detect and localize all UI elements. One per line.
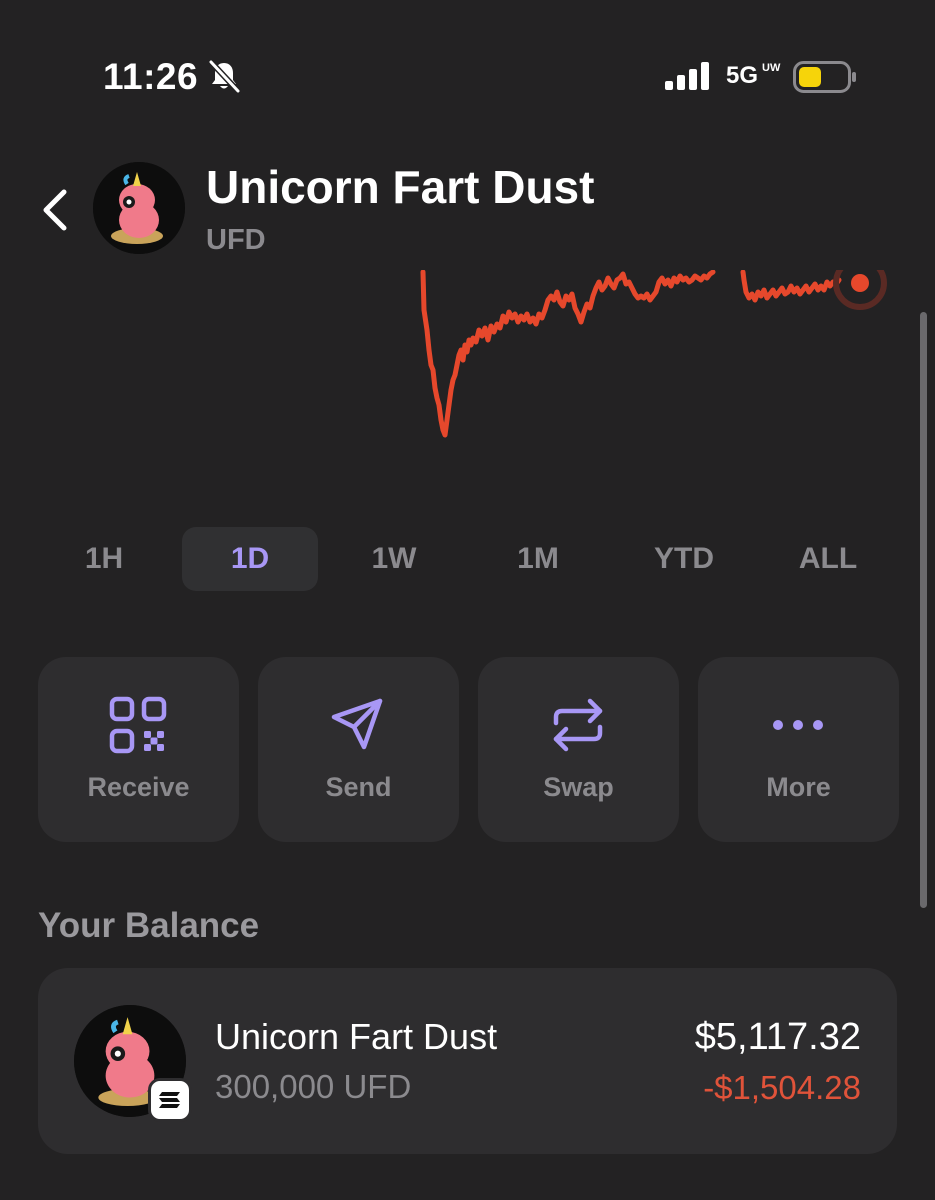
- balance-section-title: Your Balance: [38, 906, 260, 945]
- tab-all[interactable]: ALL: [760, 527, 896, 591]
- receive-button[interactable]: Receive: [38, 657, 239, 842]
- balance-token-amount: 300,000 UFD: [215, 1068, 412, 1105]
- balance-card[interactable]: Unicorn Fart Dust 300,000 UFD $5,117.32 …: [38, 968, 897, 1154]
- current-price-dot: [851, 274, 869, 292]
- solana-icon: [148, 1078, 192, 1122]
- balance-usd-value: $5,117.32: [694, 1016, 861, 1058]
- network-label: 5G: [726, 62, 759, 89]
- swap-button[interactable]: Swap: [478, 657, 679, 842]
- price-line: [420, 270, 716, 438]
- unicorn-logo-icon: [93, 162, 185, 254]
- price-chart[interactable]: [0, 270, 935, 460]
- status-time: 11:26: [103, 56, 199, 97]
- qr-code-icon: [109, 696, 167, 754]
- bell-off-icon: [208, 59, 241, 94]
- network-sub-label: UW: [762, 62, 781, 74]
- chevron-left-icon[interactable]: [36, 186, 76, 234]
- scrollbar-thumb[interactable]: [920, 312, 927, 908]
- signal-icon: [665, 62, 709, 90]
- swap-icon: [553, 698, 603, 752]
- balance-usd-change: -$1,504.28: [703, 1069, 861, 1106]
- tab-ytd[interactable]: YTD: [616, 527, 752, 591]
- token-symbol: UFD: [206, 224, 266, 256]
- receive-label: Receive: [87, 772, 190, 802]
- more-icon: [773, 720, 823, 730]
- price-line-segment: [740, 270, 842, 303]
- balance-token-name: Unicorn Fart Dust: [215, 1016, 498, 1057]
- tab-1d[interactable]: 1D: [182, 527, 318, 591]
- send-icon: [331, 698, 383, 750]
- battery-icon: [793, 61, 856, 93]
- swap-label: Swap: [543, 772, 614, 802]
- tab-1m[interactable]: 1M: [470, 527, 606, 591]
- token-name: Unicorn Fart Dust: [206, 161, 595, 213]
- more-button[interactable]: More: [698, 657, 899, 842]
- send-label: Send: [325, 772, 392, 802]
- tab-1w[interactable]: 1W: [326, 527, 462, 591]
- token-avatar: [93, 162, 185, 254]
- more-label: More: [766, 772, 831, 802]
- tab-1h[interactable]: 1H: [36, 527, 172, 591]
- send-button[interactable]: Send: [258, 657, 459, 842]
